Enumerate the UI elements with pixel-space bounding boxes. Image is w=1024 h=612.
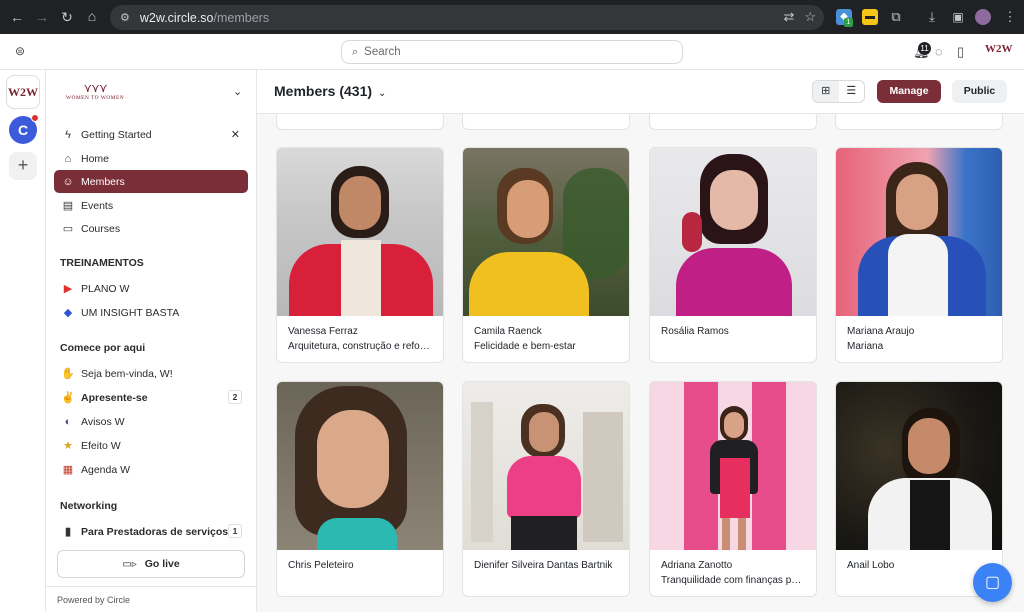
sidebar-item-members[interactable]: ☺ Members xyxy=(54,170,248,193)
member-card[interactable]: Anail Lobo xyxy=(835,381,1003,597)
clap-emoji-icon: ✌ xyxy=(61,392,75,404)
brand-logo[interactable]: ⋎⋎⋎ WOMEN TO WOMEN xyxy=(60,81,130,101)
page-title[interactable]: Members (431) ⌄ xyxy=(274,83,386,99)
wave-emoji-icon: ✋ xyxy=(61,368,75,380)
unread-dot xyxy=(31,114,39,122)
sidebar-item-apresente-se[interactable]: ✌ Apresente-se 2 xyxy=(54,386,248,409)
sidebar-item-home[interactable]: ⌂ Home xyxy=(54,147,248,170)
app-topbar: ⊜ ⌕ Search 🔔︎ ◌ ▯ W2W xyxy=(0,34,1024,70)
community-logo[interactable]: W2W xyxy=(6,75,40,109)
sidebar-item-um-insight-basta[interactable]: ◆ UM INSIGHT BASTA xyxy=(54,301,248,324)
profile-avatar-icon[interactable] xyxy=(975,9,991,25)
chat-bubble-icon: ▢ xyxy=(984,574,1001,591)
add-community-button[interactable]: + xyxy=(9,152,37,180)
section-title-comece-por-aqui[interactable]: Comece por aqui xyxy=(60,342,145,354)
translate-icon[interactable]: ⇄ xyxy=(783,9,794,25)
member-card[interactable]: Camila Raenck Felicidade e bem-estar xyxy=(462,147,630,363)
speaking-emoji-icon: ◐ xyxy=(64,415,72,428)
member-photo xyxy=(277,382,443,550)
calendar-emoji-icon: ▦ xyxy=(62,464,74,476)
member-card[interactable]: Vanessa Ferraz Arquitetura, construção e… xyxy=(276,147,444,363)
pay-extension-icon[interactable]: ▬ xyxy=(862,9,878,25)
bookmark-icon[interactable]: ▯ xyxy=(957,44,964,60)
sidepanel-icon[interactable]: ▣ xyxy=(950,9,966,25)
member-photo xyxy=(463,382,629,550)
member-card[interactable]: Rosália Ramos xyxy=(649,147,817,363)
site-info-icon[interactable]: ⚙ xyxy=(120,11,130,24)
go-live-button[interactable]: ▭▹ Go live xyxy=(57,550,245,578)
members-directory: Members (431) ⌄ ⊞ ☰ Manage Public Vanessa… xyxy=(257,70,1024,612)
member-card[interactable]: Mariana Araujo Mariana xyxy=(835,147,1003,363)
chat-support-button[interactable]: ▢ xyxy=(973,563,1012,602)
download-icon[interactable]: ⤓ xyxy=(924,9,940,25)
member-photo xyxy=(650,382,816,550)
sidebar-item-courses[interactable]: ▭ Courses xyxy=(54,217,248,240)
bookmark-star-icon[interactable]: ☆ xyxy=(804,9,816,25)
close-icon[interactable]: ✕ xyxy=(231,128,240,141)
manage-button[interactable]: Manage xyxy=(877,80,941,103)
members-icon: ☺ xyxy=(62,175,74,188)
brand-mark-icon: ⋎⋎⋎ xyxy=(83,81,107,95)
section-title-treinamentos[interactable]: TREINAMENTOS xyxy=(60,257,144,269)
member-photo xyxy=(836,148,1002,316)
chevron-down-icon[interactable]: ⌄ xyxy=(233,85,242,98)
puzzle-icon[interactable]: ⧉ xyxy=(888,9,904,25)
diamond-icon: ◆ xyxy=(63,307,73,319)
lightning-icon: ϟ xyxy=(65,128,71,141)
member-photo xyxy=(463,148,629,316)
community-rail: W2W C + xyxy=(0,70,46,612)
sidebar-item-plano-w[interactable]: ▶ PLANO W xyxy=(54,277,248,300)
member-card[interactable]: Adriana Zanotto Tranquilidade com finanç… xyxy=(649,381,817,597)
search-icon: ⌕ xyxy=(352,45,359,58)
search-input[interactable]: ⌕ Search xyxy=(341,40,683,64)
address-bar[interactable]: ⚙ w2w.circle.so/members ⇄ ☆ xyxy=(110,5,824,30)
sidebar-item-efeito-w[interactable]: ★ Efeito W xyxy=(54,434,248,457)
forward-icon[interactable]: → xyxy=(29,9,55,25)
home-browser-icon[interactable]: ⌂ xyxy=(79,8,105,24)
section-title-networking[interactable]: Networking xyxy=(60,500,117,512)
sidebar-item-getting-started[interactable]: ϟ Getting Started ✕ xyxy=(54,123,248,146)
starstruck-emoji-icon: ★ xyxy=(63,440,73,452)
list-view-icon[interactable]: ☰ xyxy=(839,81,865,102)
back-icon[interactable]: ← xyxy=(4,9,30,25)
sidebar-item-agenda-w[interactable]: ▦ Agenda W xyxy=(54,458,248,481)
door-emoji-icon: ▮ xyxy=(64,526,72,538)
view-toggle: ⊞ ☰ xyxy=(812,80,865,103)
video-camera-icon: ▭▹ xyxy=(122,558,137,570)
public-button[interactable]: Public xyxy=(952,80,1007,103)
community-switch-icon[interactable]: ⊜ xyxy=(15,44,25,58)
extension-badge: 1 xyxy=(844,18,853,27)
member-card[interactable]: Dienifer Silveira Dantas Bartnik xyxy=(462,381,630,597)
calendar-icon: ▤ xyxy=(62,200,74,212)
menu-kebab-icon[interactable]: ⋮ xyxy=(1002,9,1018,25)
unread-count-badge: 2 xyxy=(228,390,242,404)
sidebar-item-para-prestadoras[interactable]: ▮ Para Prestadoras de serviços 1 xyxy=(54,520,248,543)
notification-badge: 11 xyxy=(918,42,931,55)
grid-view-icon[interactable]: ⊞ xyxy=(813,81,839,102)
profile-logo[interactable]: W2W xyxy=(985,43,1013,55)
chevron-down-icon: ⌄ xyxy=(378,88,387,99)
browser-toolbar: ← → ↻ ⌂ ⚙ w2w.circle.so/members ⇄ ☆ ◆ 1 … xyxy=(0,0,1024,34)
courses-icon: ▭ xyxy=(62,223,74,235)
member-card[interactable]: Chris Peleteiro xyxy=(276,381,444,597)
home-icon: ⌂ xyxy=(64,152,72,165)
sidebar-item-events[interactable]: ▤ Events xyxy=(54,194,248,217)
member-photo xyxy=(277,148,443,316)
sidebar-item-seja-bem-vinda[interactable]: ✋ Seja bem-vinda, W! xyxy=(54,362,248,385)
reload-icon[interactable]: ↻ xyxy=(54,9,80,26)
unread-count-badge: 1 xyxy=(228,524,242,538)
url-text: w2w.circle.so/members xyxy=(139,10,270,25)
member-photo xyxy=(836,382,1002,550)
member-photo xyxy=(650,148,816,316)
chat-bubble-icon[interactable]: ◌ xyxy=(935,44,943,59)
sidebar: ⋎⋎⋎ WOMEN TO WOMEN ⌄ ϟ Getting Started ✕… xyxy=(46,70,257,612)
sidebar-item-avisos-w[interactable]: ◐ Avisos W xyxy=(54,410,248,433)
powered-by-circle-link[interactable]: Powered by Circle xyxy=(46,586,257,605)
play-icon: ▶ xyxy=(63,283,73,295)
members-header: Members (431) ⌄ ⊞ ☰ Manage Public xyxy=(257,70,1024,114)
